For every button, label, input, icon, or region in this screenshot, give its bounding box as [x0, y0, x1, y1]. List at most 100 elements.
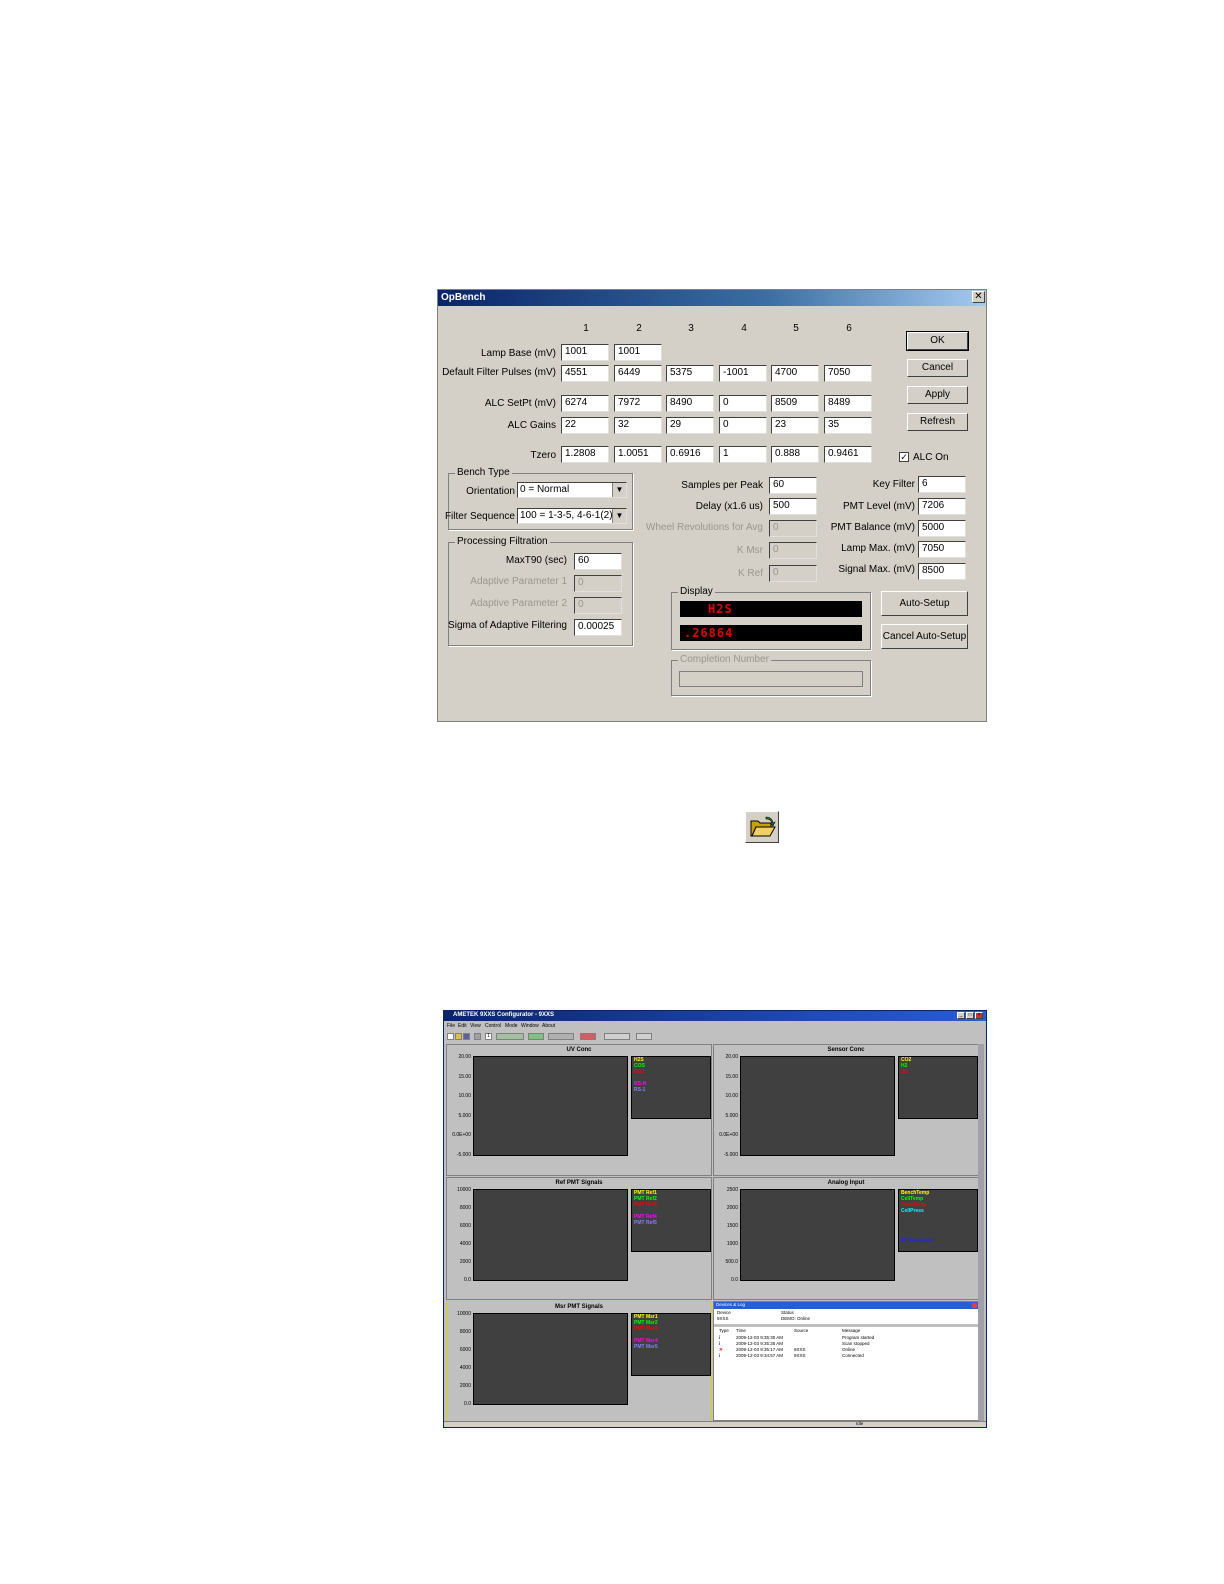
key-filter-field[interactable]: 6 — [918, 476, 966, 493]
ref-pmt-title: Ref PMT Signals — [555, 1180, 603, 1186]
filter-pulse-6-field[interactable]: 7050 — [824, 365, 872, 382]
menu-control[interactable]: Control — [485, 1023, 501, 1029]
print-icon[interactable] — [474, 1033, 481, 1040]
close-icon[interactable]: × — [975, 1012, 983, 1019]
alc-gain-4-field[interactable]: 0 — [719, 417, 767, 434]
lamp-max-label: Lamp Max. (mV) — [841, 543, 915, 554]
grid-icon[interactable] — [548, 1033, 574, 1040]
samples-per-peak-label: Samples per Peak — [681, 480, 763, 491]
tick-label: -5.000 — [723, 1152, 738, 1158]
tick-label: 2000 — [459, 1259, 471, 1265]
device-name[interactable]: 9XXS — [717, 1316, 729, 1321]
menu-about[interactable]: About — [542, 1023, 555, 1029]
alc-gain-3-field[interactable]: 29 — [666, 417, 714, 434]
graph-icon[interactable] — [528, 1033, 544, 1040]
adaptive-parameter-1-label: Adaptive Parameter 1 — [470, 576, 567, 587]
k-ref-label: K Ref — [737, 568, 763, 579]
time-header: Time — [736, 1328, 746, 1333]
orientation-select[interactable]: 0 = Normal ▼ — [517, 482, 627, 498]
alc-setpt-1-field[interactable]: 6274 — [561, 395, 609, 412]
alc-gain-1-field[interactable]: 22 — [561, 417, 609, 434]
column-header: 4 — [741, 323, 747, 334]
alc-setpt-3-field[interactable]: 8490 — [666, 395, 714, 412]
delay-field[interactable]: 500 — [769, 498, 817, 515]
alc-setpt-5-field[interactable]: 8509 — [771, 395, 819, 412]
vertical-scrollbar[interactable] — [978, 1044, 984, 1421]
menu-file[interactable]: File — [447, 1023, 455, 1029]
arrow-icon[interactable] — [636, 1033, 652, 1040]
alc-on-checkbox[interactable]: ✓ — [899, 452, 909, 462]
chevron-down-icon[interactable]: ▼ — [612, 509, 626, 523]
wheel-revolutions-label: Wheel Revolutions for Avg — [645, 522, 763, 533]
msr-pmt-title: Msr PMT Signals — [554, 1304, 603, 1310]
tick-label: 2000 — [459, 1383, 471, 1389]
filter-pulse-2-field[interactable]: 6449 — [614, 365, 662, 382]
tzero-3-field[interactable]: 0.6916 — [666, 446, 714, 463]
filter-pulse-3-field[interactable]: 5375 — [666, 365, 714, 382]
tick-label: 0.0 — [464, 1401, 471, 1407]
legend-item: PMT Ref5 — [634, 1220, 657, 1226]
auto-setup-button[interactable]: Auto-Setup — [881, 591, 968, 616]
tzero-2-field[interactable]: 1.0051 — [614, 446, 662, 463]
open-folder-icon[interactable] — [745, 811, 779, 843]
signal-max-field[interactable]: 8500 — [918, 563, 966, 580]
close-icon[interactable]: ✕ — [972, 291, 985, 303]
minimize-icon[interactable]: _ — [957, 1012, 965, 1019]
display-line-1: H2S — [680, 601, 862, 617]
save-icon[interactable] — [463, 1033, 470, 1040]
filter-sequence-select[interactable]: 100 = 1-3-5, 4-6-1(2) ▼ — [517, 508, 627, 524]
menu-edit[interactable]: Edit — [458, 1023, 467, 1029]
apply-button[interactable]: Apply — [907, 386, 968, 404]
ok-button[interactable]: OK — [906, 331, 969, 351]
one-icon[interactable]: 1 — [485, 1033, 492, 1040]
sensor-conc-pane: Sensor Conc 20.00 15.00 10.00 5.000 0.0E… — [713, 1044, 979, 1176]
display-group: Display H2S .26864 — [671, 586, 871, 650]
cancel-auto-setup-button[interactable]: Cancel Auto-Setup — [881, 624, 968, 649]
alc-setpt-4-field[interactable]: 0 — [719, 395, 767, 412]
lamp-base-2-field[interactable]: 1001 — [614, 344, 662, 361]
open-icon[interactable] — [455, 1033, 462, 1040]
samples-per-peak-field[interactable]: 60 — [769, 477, 817, 494]
column-header: 1 — [583, 323, 589, 334]
dialog-titlebar[interactable] — [438, 290, 986, 306]
pmt-level-field[interactable]: 7206 — [918, 498, 966, 515]
filter-pulse-5-field[interactable]: 4700 — [771, 365, 819, 382]
alc-gain-2-field[interactable]: 32 — [614, 417, 662, 434]
menu-view[interactable]: View — [470, 1023, 481, 1029]
lamp-base-1-field[interactable]: 1001 — [561, 344, 609, 361]
tzero-5-field[interactable]: 0.888 — [771, 446, 819, 463]
stop-icon[interactable] — [580, 1033, 596, 1040]
tzero-6-field[interactable]: 0.9461 — [824, 446, 872, 463]
status-header: Status — [781, 1310, 794, 1315]
sensor-conc-legend: CO2 H2 O2 — [898, 1056, 978, 1119]
filter-pulse-4-field[interactable]: -1001 — [719, 365, 767, 382]
pmt-balance-field[interactable]: 5000 — [918, 520, 966, 537]
menu-window[interactable]: Window — [521, 1023, 539, 1029]
filter-sequence-value: 100 = 1-3-5, 4-6-1(2) — [520, 510, 613, 521]
splitter[interactable] — [714, 1324, 978, 1327]
orientation-value: 0 = Normal — [520, 484, 570, 495]
chevron-down-icon[interactable]: ▼ — [612, 483, 626, 497]
orientation-label: Orientation — [466, 486, 515, 497]
tzero-4-field[interactable]: 1 — [719, 446, 767, 463]
adaptive-parameter-2-field: 0 — [574, 597, 622, 614]
maxt90-field[interactable]: 60 — [574, 553, 622, 570]
menu-mode[interactable]: Mode — [505, 1023, 518, 1029]
close-icon[interactable] — [972, 1303, 977, 1308]
sigma-adaptive-field[interactable]: 0.00025 — [574, 619, 622, 636]
new-icon[interactable] — [447, 1033, 454, 1040]
log-time: 2009-12-03 9:35:35 AM — [736, 1341, 784, 1346]
column-header: 3 — [688, 323, 694, 334]
alc-gain-6-field[interactable]: 35 — [824, 417, 872, 434]
cancel-button[interactable]: Cancel — [907, 359, 968, 377]
nav-icon[interactable] — [604, 1033, 630, 1040]
lamp-max-field[interactable]: 7050 — [918, 541, 966, 558]
maximize-icon[interactable]: □ — [966, 1012, 974, 1019]
alc-gain-5-field[interactable]: 23 — [771, 417, 819, 434]
alc-setpt-2-field[interactable]: 7972 — [614, 395, 662, 412]
filter-pulse-1-field[interactable]: 4551 — [561, 365, 609, 382]
refresh-button[interactable]: Refresh — [907, 413, 968, 431]
tzero-1-field[interactable]: 1.2808 — [561, 446, 609, 463]
alc-setpt-6-field[interactable]: 8489 — [824, 395, 872, 412]
chart-tools-icon[interactable] — [496, 1033, 524, 1040]
